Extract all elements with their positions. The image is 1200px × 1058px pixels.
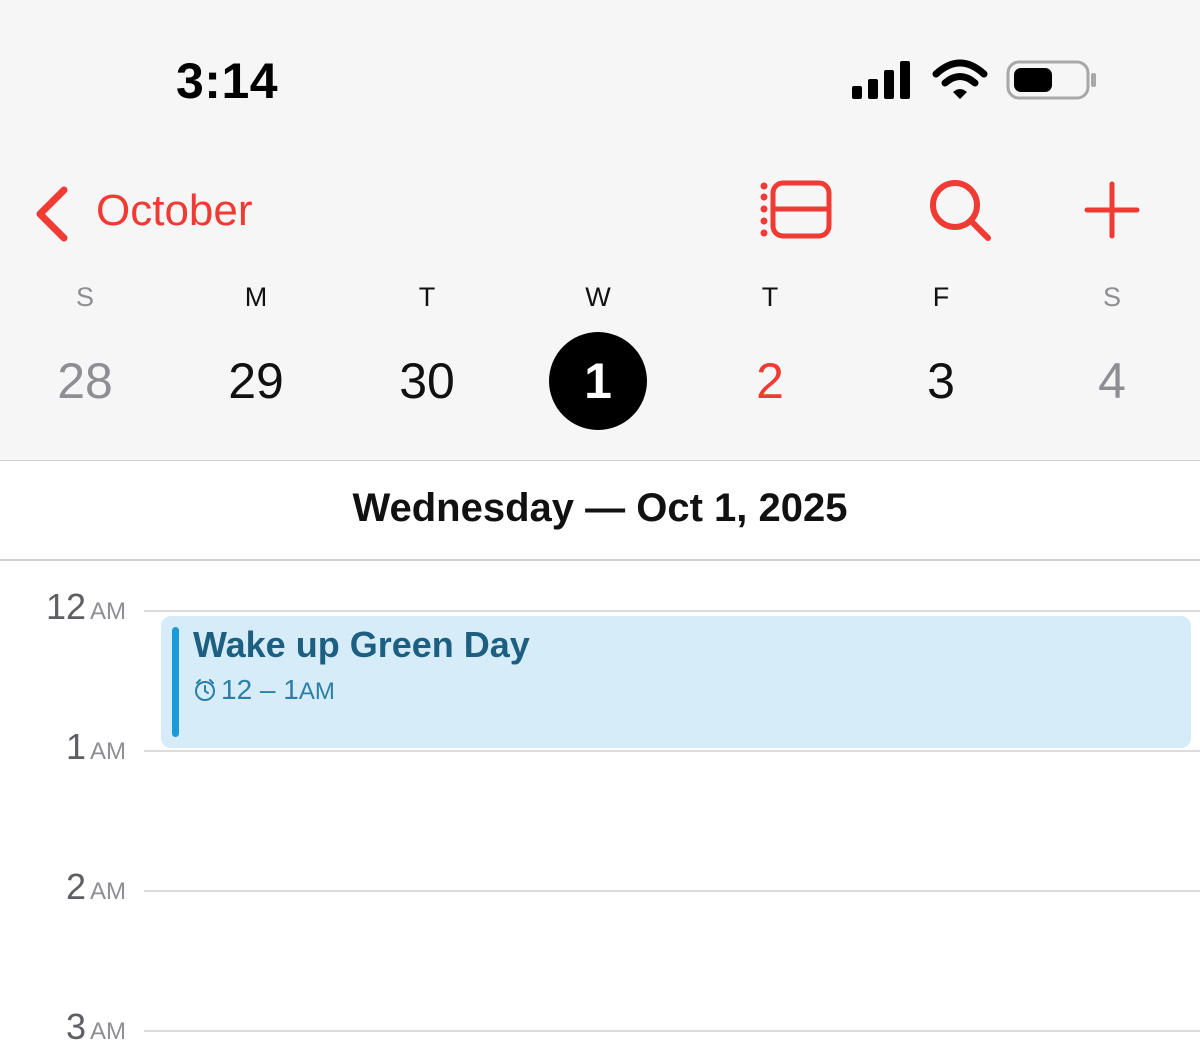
event-time: 12 – 1AM xyxy=(193,674,335,706)
add-event-button[interactable] xyxy=(1084,178,1140,247)
day-number-2[interactable]: 2 xyxy=(721,332,819,430)
weekday-letter: T xyxy=(761,282,779,312)
hour-gridline xyxy=(144,610,1200,612)
hour-ampm: AM xyxy=(90,738,126,765)
hour-number: 2 xyxy=(65,866,86,907)
event-title: Wake up Green Day xyxy=(193,624,530,665)
weekday-letter: M xyxy=(244,282,268,312)
day-number-29[interactable]: 29 xyxy=(207,332,305,430)
event-time-suffix: AM xyxy=(298,678,335,705)
weekday-letter: T xyxy=(418,282,436,312)
selected-date-title: Wednesday — Oct 1, 2025 xyxy=(352,486,848,530)
add-icon xyxy=(1084,181,1140,239)
hour-gridline xyxy=(144,1030,1200,1032)
hour-label: 3 AM xyxy=(66,1006,126,1048)
hour-ampm: AM xyxy=(90,878,126,905)
hour-label: 12 AM xyxy=(46,586,126,628)
day-number-30[interactable]: 30 xyxy=(378,332,476,430)
hour-number: 3 xyxy=(65,1006,86,1047)
battery-icon xyxy=(1006,60,1096,100)
hour-label: 1 AM xyxy=(66,726,126,768)
hour-ampm: AM xyxy=(90,1018,126,1045)
day-number-3[interactable]: 3 xyxy=(892,332,990,430)
hour-number: 1 xyxy=(65,726,86,767)
header-divider xyxy=(0,460,1200,461)
day-number-28[interactable]: 28 xyxy=(36,332,134,430)
hour-gridline xyxy=(144,750,1200,752)
day-number-4[interactable]: 4 xyxy=(1063,332,1161,430)
day-number-1[interactable]: 1 xyxy=(549,332,647,430)
wifi-icon xyxy=(932,59,988,99)
weekday-letter: F xyxy=(932,282,950,312)
timeline-divider xyxy=(0,559,1200,561)
chevron-left-icon xyxy=(36,186,68,242)
hour-ampm: AM xyxy=(90,598,126,625)
weekday-letter: W xyxy=(585,282,611,312)
status-time: 3:14 xyxy=(176,53,279,109)
weekday-letter: S xyxy=(1102,282,1121,312)
hour-number: 12 xyxy=(45,586,86,627)
list-view-icon xyxy=(760,180,832,239)
back-month-label: October xyxy=(96,186,253,235)
alarm-clock-icon xyxy=(195,679,215,701)
search-button[interactable] xyxy=(928,178,994,249)
list-view-button[interactable] xyxy=(756,178,836,247)
hour-label: 2 AM xyxy=(66,866,126,908)
event-color-bar xyxy=(172,627,179,737)
cellular-signal-icon xyxy=(852,61,910,99)
event-time-range: 12 – 1 xyxy=(221,674,299,705)
search-icon xyxy=(930,180,991,241)
hour-gridline xyxy=(144,890,1200,892)
weekday-letter: S xyxy=(75,282,94,312)
event-wake-up-green-day[interactable]: Wake up Green Day 12 – 1AM xyxy=(161,616,1191,748)
calendar-header: 3:14 October S 28 M 29 T 30 W 1 T 2 F 3 … xyxy=(0,0,1200,460)
